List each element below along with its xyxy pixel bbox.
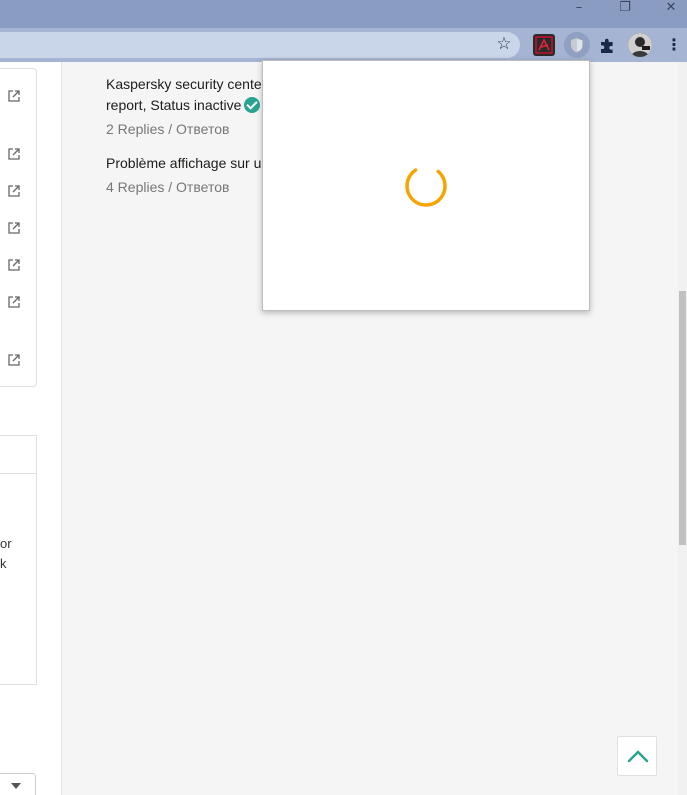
external-links-card	[0, 68, 37, 387]
external-link-icon[interactable]	[7, 258, 21, 272]
puzzle-icon[interactable]	[596, 34, 618, 56]
list-item: Kaspersky security center report, Status…	[106, 74, 266, 139]
scrollbar-thumb[interactable]	[679, 291, 686, 545]
minimize-button[interactable]: –	[556, 0, 602, 16]
external-link-icon[interactable]	[7, 147, 21, 161]
chevron-up-icon	[627, 750, 649, 763]
browser-menu-button[interactable]: ⋮	[666, 34, 682, 56]
external-link-icon[interactable]	[7, 353, 21, 367]
address-bar[interactable]	[0, 32, 520, 58]
star-icon[interactable]: ☆	[494, 34, 514, 54]
topic-title-line[interactable]: report, Status inactive	[106, 97, 241, 113]
divider	[0, 473, 37, 474]
external-link-icon[interactable]	[7, 184, 21, 198]
page-scrollbar[interactable]	[678, 62, 687, 795]
shield-icon[interactable]	[564, 32, 590, 58]
close-window-button[interactable]: ✕	[648, 0, 687, 16]
browser-toolbar: ☆ ⋮	[0, 28, 687, 62]
solved-check-icon	[244, 97, 261, 113]
topic-title[interactable]: Kaspersky security center report, Status…	[106, 74, 266, 116]
reply-count: 2 Replies / Ответов	[106, 121, 230, 137]
reply-count: 4 Replies / Ответов	[106, 179, 230, 195]
topic-title-line[interactable]: Kaspersky security center	[106, 76, 266, 92]
truncated-text: k	[0, 556, 7, 571]
external-link-icon[interactable]	[7, 221, 21, 235]
restore-button[interactable]: ❐	[602, 0, 648, 16]
loading-spinner-icon	[405, 165, 447, 207]
pdf-icon[interactable]	[533, 34, 555, 56]
language-select[interactable]	[0, 773, 36, 795]
external-link-icon[interactable]	[7, 89, 21, 103]
left-sidebar: or k	[0, 62, 62, 795]
back-to-top-button[interactable]	[617, 736, 657, 776]
avatar[interactable]	[628, 33, 652, 57]
topic-title[interactable]: Problème affichage sur u	[106, 153, 261, 174]
sidebar-widget-card: or k	[0, 435, 37, 685]
extension-popup	[262, 60, 590, 311]
chevron-down-icon	[11, 783, 21, 789]
external-link-icon[interactable]	[7, 295, 21, 309]
window-titlebar: – ❐ ✕	[0, 0, 687, 28]
truncated-text: or	[0, 536, 12, 551]
list-item: Problème affichage sur u 4 Replies / Отв…	[106, 153, 261, 197]
